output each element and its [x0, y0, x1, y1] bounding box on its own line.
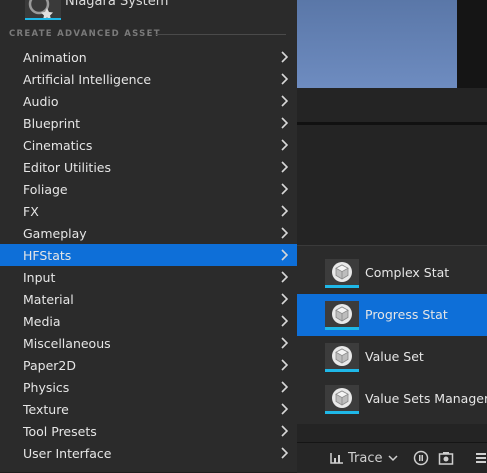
menu-item-label: Animation	[23, 49, 87, 65]
chevron-right-icon	[281, 139, 288, 151]
submenu-item-label: Value Set	[365, 349, 424, 364]
menu-item-label: HFStats	[23, 247, 72, 263]
cube-icon	[332, 262, 352, 282]
menu-item-material[interactable]: Material	[0, 288, 297, 310]
cube-icon	[332, 346, 352, 366]
menu-item-niagara-system[interactable]: Niagara System	[0, 0, 297, 22]
menu-item-label: Material	[23, 291, 74, 307]
menu-item-label: Blueprint	[23, 115, 81, 131]
submenu-item-complex-stat[interactable]: Complex Stat	[297, 252, 487, 294]
niagara-icon	[28, 0, 53, 18]
bottom-toolbar: Trace	[297, 442, 487, 473]
menu-item-fx[interactable]: FX	[0, 200, 297, 222]
menu-item-label: Input	[23, 269, 56, 285]
asset-thumbnail	[325, 343, 359, 372]
create-asset-menu: Niagara System CREATE ADVANCED ASSET Ani…	[0, 0, 297, 472]
asset-thumbnail	[325, 301, 359, 330]
menu-item-artificial-intelligence[interactable]: Artificial Intelligence	[0, 68, 297, 90]
menu-item-label: Tool Presets	[23, 423, 97, 439]
chevron-right-icon	[281, 381, 288, 393]
chevron-right-icon	[281, 73, 288, 85]
trace-dropdown[interactable]: Trace	[329, 443, 399, 473]
camera-icon	[438, 452, 454, 465]
menu-item-cinematics[interactable]: Cinematics	[0, 134, 297, 156]
menu-item-editor-utilities[interactable]: Editor Utilities	[0, 156, 297, 178]
screenshot-button[interactable]	[438, 443, 454, 473]
submenu-item-label: Value Sets Manager	[365, 391, 487, 406]
menu-item-label: Gameplay	[23, 225, 87, 241]
chevron-right-icon	[281, 51, 288, 63]
menu-item-hfstats[interactable]: HFStats	[0, 244, 297, 266]
menu-item-audio[interactable]: Audio	[0, 90, 297, 112]
menu-item-animation[interactable]: Animation	[0, 46, 297, 68]
record-icon	[413, 450, 429, 466]
submenu-item-label: Complex Stat	[365, 265, 450, 280]
chevron-down-icon	[387, 455, 398, 462]
menu-item-texture[interactable]: Texture	[0, 398, 297, 420]
chevron-right-icon	[281, 95, 288, 107]
hfstats-submenu: Complex Stat Progress Stat Value Set Value …	[297, 245, 487, 424]
menu-item-label: Audio	[23, 93, 59, 109]
menu-item-input[interactable]: Input	[0, 266, 297, 288]
menu-item-gameplay[interactable]: Gameplay	[0, 222, 297, 244]
asset-thumbnail	[325, 385, 359, 414]
menu-item-label: Cinematics	[23, 137, 93, 153]
menu-item-label: Editor Utilities	[23, 159, 112, 175]
menu-item-label: FX	[23, 203, 39, 219]
chevron-right-icon	[281, 315, 288, 327]
menu-item-label: User Interface	[23, 445, 112, 461]
menu-item-user-interface[interactable]: User Interface	[0, 442, 297, 464]
chevron-right-icon	[281, 227, 288, 239]
menu-item-blueprint[interactable]: Blueprint	[0, 112, 297, 134]
asset-thumbnail	[325, 259, 359, 288]
menu-item-label: Niagara System	[65, 0, 169, 9]
menu-item-label: Paper2D	[23, 357, 76, 373]
submenu-item-value-set[interactable]: Value Set	[297, 336, 487, 378]
chevron-right-icon	[281, 403, 288, 415]
menu-item-label: Physics	[23, 379, 70, 395]
submenu-item-label: Progress Stat	[365, 307, 448, 322]
menu-item-media[interactable]: Media	[0, 310, 297, 332]
menu-item-label: Artificial Intelligence	[23, 71, 152, 87]
viewport-frame	[457, 0, 487, 88]
chevron-right-icon	[281, 425, 288, 437]
chevron-right-icon	[281, 447, 288, 459]
chevron-right-icon	[281, 249, 288, 261]
section-divider	[156, 34, 286, 35]
menu-item-label: Media	[23, 313, 61, 329]
section-header: CREATE ADVANCED ASSET	[9, 29, 161, 39]
trace-icon	[330, 453, 343, 464]
viewport-preview	[297, 0, 457, 88]
menu-item-paper2d[interactable]: Paper2D	[0, 354, 297, 376]
cube-icon	[332, 304, 352, 324]
menu-icon	[476, 453, 486, 463]
chevron-right-icon	[281, 117, 288, 129]
menu-item-tool-presets[interactable]: Tool Presets	[0, 420, 297, 442]
menu-item-foliage[interactable]: Foliage	[0, 178, 297, 200]
menu-item-label: Miscellaneous	[23, 335, 111, 351]
menu-item-miscellaneous[interactable]: Miscellaneous	[0, 332, 297, 354]
submenu-item-value-sets-manager[interactable]: Value Sets Manager	[297, 378, 487, 420]
chevron-right-icon	[281, 161, 288, 173]
record-button[interactable]	[413, 443, 429, 473]
chevron-right-icon	[281, 183, 288, 195]
chevron-right-icon	[281, 271, 288, 283]
chevron-right-icon	[281, 293, 288, 305]
chevron-right-icon	[281, 337, 288, 349]
submenu-item-progress-stat[interactable]: Progress Stat	[297, 294, 487, 336]
panel-divider	[297, 122, 487, 125]
menu-item-physics[interactable]: Physics	[0, 376, 297, 398]
options-button[interactable]	[475, 443, 487, 473]
chevron-right-icon	[281, 205, 288, 217]
niagara-system-thumbnail	[25, 0, 61, 20]
menu-item-label: Texture	[23, 401, 69, 417]
cube-icon	[332, 388, 352, 408]
chevron-right-icon	[281, 359, 288, 371]
trace-label: Trace	[348, 450, 383, 466]
menu-item-label: Foliage	[23, 181, 68, 197]
